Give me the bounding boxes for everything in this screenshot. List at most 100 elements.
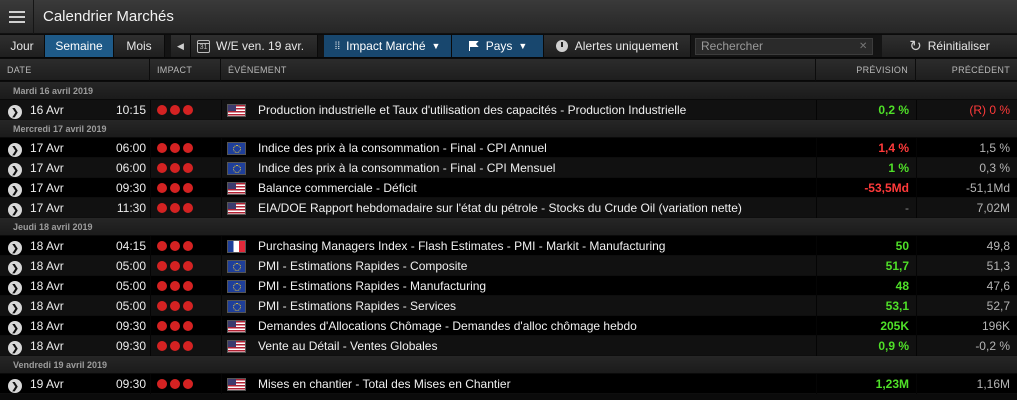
impact-dot-icon: [157, 183, 167, 193]
date-label: W/E ven. 19 avr.: [216, 39, 305, 53]
event-row[interactable]: ❯ 18 Avr 09:30 Demandes d'Allocations Chôma…: [0, 316, 1017, 336]
event-row[interactable]: ❯ 17 Avr 09:30 Balance commerciale - Défici…: [0, 178, 1017, 198]
impact-grid-icon: ⁞⁞: [334, 40, 341, 52]
expand-row-button[interactable]: ❯: [8, 374, 22, 394]
event-date: 18 Avr: [30, 259, 64, 273]
expand-row-button[interactable]: ❯: [8, 198, 22, 218]
alerts-only-toggle[interactable]: Alertes uniquement: [544, 35, 691, 57]
event-name[interactable]: Indice des prix à la consommation - Fina…: [258, 158, 813, 178]
column-divider: [221, 236, 222, 256]
france-flag-icon: [227, 239, 246, 253]
event-forecast: 1,23M: [875, 377, 909, 391]
expand-row-button[interactable]: ❯: [8, 276, 22, 296]
event-previous: 0,3 %: [979, 161, 1010, 175]
event-date: 18 Avr: [30, 299, 64, 313]
event-row[interactable]: ❯ 18 Avr 04:15 Purchasing Managers Index - …: [0, 236, 1017, 256]
us-flag-icon: [227, 103, 246, 117]
event-row[interactable]: ❯ 17 Avr 06:00 Indice des prix à la consomm…: [0, 158, 1017, 178]
impact-dot-icon: [170, 203, 180, 213]
eu-flag-icon: [227, 259, 246, 273]
event-time: 06:00: [115, 161, 146, 175]
event-name[interactable]: Production industrielle et Taux d'utilis…: [258, 100, 813, 120]
column-divider: [150, 296, 151, 316]
expand-row-button[interactable]: ❯: [8, 236, 22, 256]
impact-filter-dropdown[interactable]: ⁞⁞ Impact Marché ▼: [324, 35, 452, 57]
country-flag: [227, 198, 246, 218]
event-name[interactable]: PMI - Estimations Rapides - Services: [258, 296, 813, 316]
impact-dot-icon: [170, 105, 180, 115]
column-divider: [150, 178, 151, 198]
refresh-icon: ↻: [909, 37, 922, 55]
search-input[interactable]: [695, 37, 873, 55]
column-divider: [221, 256, 222, 276]
column-divider: [221, 178, 222, 198]
caret-down-icon: ▼: [518, 41, 528, 51]
title-bar: Calendrier Marchés: [0, 0, 1017, 34]
us-flag-icon: [227, 319, 246, 333]
event-row[interactable]: ❯ 19 Avr 09:30 Mises en chantier - Total de…: [0, 374, 1017, 394]
impact-indicator: [157, 276, 217, 296]
event-row[interactable]: ❯ 18 Avr 09:30 Vente au Détail - Ventes Glo…: [0, 336, 1017, 356]
column-divider: [150, 158, 151, 178]
impact-dot-icon: [183, 183, 193, 193]
clear-search-icon[interactable]: ✕: [859, 41, 867, 52]
expand-row-button[interactable]: ❯: [8, 138, 22, 158]
event-name[interactable]: PMI - Estimations Rapides - Manufacturin…: [258, 276, 813, 296]
event-name[interactable]: EIA/DOE Rapport hebdomadaire sur l'état …: [258, 198, 813, 218]
event-name[interactable]: Vente au Détail - Ventes Globales: [258, 336, 813, 356]
reset-button[interactable]: ↻ Réinitialiser: [882, 35, 1017, 57]
tab-semaine[interactable]: Semaine: [45, 35, 114, 57]
column-divider: [150, 316, 151, 336]
expand-row-button[interactable]: ❯: [8, 316, 22, 336]
expand-row-button[interactable]: ❯: [8, 296, 22, 316]
event-row[interactable]: ❯ 18 Avr 05:00 PMI - Estimations Rapides - …: [0, 256, 1017, 276]
previous-week-button[interactable]: ◀: [171, 35, 191, 57]
chevron-right-icon: ❯: [8, 280, 22, 295]
event-name[interactable]: Balance commerciale - Déficit: [258, 178, 813, 198]
tab-mois[interactable]: Mois: [114, 35, 165, 57]
event-row[interactable]: ❯ 18 Avr 05:00 PMI - Estimations Rapides - …: [0, 276, 1017, 296]
impact-indicator: [157, 158, 217, 178]
impact-dot-icon: [183, 203, 193, 213]
event-name[interactable]: Demandes d'Allocations Chômage - Demande…: [258, 316, 813, 336]
event-date: 19 Avr: [30, 377, 64, 391]
column-divider: [221, 336, 222, 356]
event-forecast: 0,9 %: [878, 339, 909, 353]
expand-row-button[interactable]: ❯: [8, 336, 22, 356]
impact-indicator: [157, 256, 217, 276]
event-row[interactable]: ❯ 16 Avr 10:15 Production industrielle et T…: [0, 100, 1017, 120]
column-forecast[interactable]: PRÉVISION: [816, 59, 916, 81]
expand-row-button[interactable]: ❯: [8, 158, 22, 178]
hamburger-menu-icon[interactable]: [0, 0, 34, 34]
impact-indicator: [157, 374, 217, 394]
column-divider: [221, 100, 222, 120]
impact-dot-icon: [157, 379, 167, 389]
event-date: 17 Avr: [30, 181, 64, 195]
tab-jour[interactable]: Jour: [0, 35, 45, 57]
expand-row-button[interactable]: ❯: [8, 178, 22, 198]
expand-row-button[interactable]: ❯: [8, 100, 22, 120]
impact-dot-icon: [157, 143, 167, 153]
event-row[interactable]: ❯ 17 Avr 06:00 Indice des prix à la consomm…: [0, 138, 1017, 158]
column-impact[interactable]: IMPACT: [150, 59, 221, 81]
event-name[interactable]: Purchasing Managers Index - Flash Estima…: [258, 236, 813, 256]
impact-dot-icon: [157, 261, 167, 271]
event-name[interactable]: Indice des prix à la consommation - Fina…: [258, 138, 813, 158]
column-previous[interactable]: PRÉCÉDENT: [916, 59, 1017, 81]
column-date[interactable]: DATE: [0, 59, 150, 81]
impact-indicator: [157, 316, 217, 336]
country-filter-dropdown[interactable]: Pays ▼: [452, 35, 544, 57]
column-divider: [150, 336, 151, 356]
event-row[interactable]: ❯ 17 Avr 11:30 EIA/DOE Rapport hebdomadaire…: [0, 198, 1017, 218]
event-name[interactable]: Mises en chantier - Total des Mises en C…: [258, 374, 813, 394]
event-name[interactable]: PMI - Estimations Rapides - Composite: [258, 256, 813, 276]
event-row[interactable]: ❯ 18 Avr 05:00 PMI - Estimations Rapides - …: [0, 296, 1017, 316]
date-selector[interactable]: 31 W/E ven. 19 avr.: [191, 35, 318, 57]
impact-indicator: [157, 296, 217, 316]
event-forecast: 53,1: [885, 299, 909, 313]
event-previous: 51,3: [986, 259, 1010, 273]
chevron-left-icon: ◀: [177, 40, 184, 51]
expand-row-button[interactable]: ❯: [8, 256, 22, 276]
toolbar: Jour Semaine Mois ◀ 31 W/E ven. 19 avr. …: [0, 35, 1017, 58]
column-event[interactable]: ÉVÉNEMENT: [221, 59, 816, 81]
